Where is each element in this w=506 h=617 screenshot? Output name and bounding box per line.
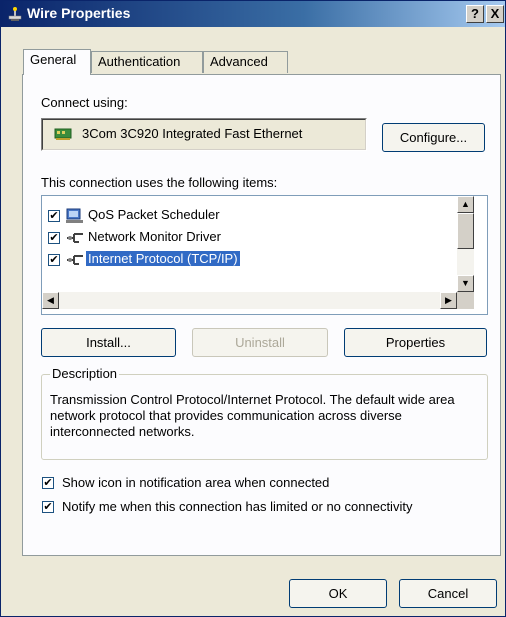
list-item-selected[interactable]: ✔ Internet Protocol (TCP/IP) [48, 250, 468, 270]
network-adapter-icon [54, 128, 72, 140]
network-protocol-icon [67, 233, 83, 243]
configure-button[interactable]: Configure... [382, 123, 485, 152]
list-item[interactable]: ✔ QoS Packet Scheduler [48, 206, 468, 226]
notify-label: Notify me when this connection has limit… [62, 499, 413, 514]
configure-button-label: Configure... [399, 130, 468, 145]
properties-button[interactable]: Properties [344, 328, 487, 357]
items-label: This connection uses the following items… [41, 175, 278, 190]
item-checkbox[interactable]: ✔ [48, 254, 60, 266]
scroll-up-icon[interactable]: ▲ [457, 196, 474, 213]
connect-using-label: Connect using: [41, 95, 128, 110]
show-icon-checkbox[interactable]: ✔ [42, 477, 54, 489]
adapter-name: 3Com 3C920 Integrated Fast Ethernet [82, 126, 303, 141]
scheduler-icon [66, 208, 83, 223]
item-label: QoS Packet Scheduler [88, 207, 220, 222]
ok-button[interactable]: OK [289, 579, 387, 608]
tab-general[interactable]: General [23, 49, 91, 75]
cancel-button[interactable]: Cancel [399, 579, 497, 608]
install-button-label: Install... [86, 335, 131, 350]
network-connection-icon [8, 7, 22, 21]
properties-dialog: Wire Properties ? X General Authenticati… [0, 0, 506, 617]
notify-checkbox[interactable]: ✔ [42, 501, 54, 513]
list-item[interactable]: ✔ Network Monitor Driver [48, 228, 468, 248]
cancel-button-label: Cancel [427, 586, 469, 601]
tab-authentication[interactable]: Authentication [91, 51, 203, 73]
item-checkbox[interactable]: ✔ [48, 232, 60, 244]
scroll-thumb[interactable] [457, 213, 474, 249]
scroll-right-icon[interactable]: ▶ [440, 292, 457, 309]
description-title: Description [50, 366, 120, 381]
window-title: Wire Properties [27, 5, 131, 21]
install-button[interactable]: Install... [41, 328, 176, 357]
scroll-corner [457, 292, 474, 309]
title-bar[interactable]: Wire Properties ? X [1, 1, 505, 27]
close-button[interactable]: X [486, 5, 504, 23]
help-button[interactable]: ? [466, 5, 484, 23]
item-label: Network Monitor Driver [88, 229, 221, 244]
uninstall-button[interactable]: Uninstall [192, 328, 328, 357]
description-group: Description Transmission Control Protoco… [41, 366, 488, 460]
components-list[interactable]: ✔ QoS Packet Scheduler ✔ Network Monitor… [41, 195, 488, 315]
scroll-left-icon[interactable]: ◀ [42, 292, 59, 309]
adapter-field: 3Com 3C920 Integrated Fast Ethernet [41, 118, 367, 151]
network-protocol-icon [67, 255, 83, 265]
scroll-down-icon[interactable]: ▼ [457, 275, 474, 292]
tab-advanced[interactable]: Advanced [203, 51, 288, 73]
properties-button-label: Properties [385, 335, 446, 350]
item-checkbox[interactable]: ✔ [48, 210, 60, 222]
uninstall-button-label: Uninstall [235, 335, 285, 350]
vertical-scrollbar[interactable]: ▲ ▼ [457, 196, 474, 292]
description-text: Transmission Control Protocol/Internet P… [50, 392, 455, 439]
item-label: Internet Protocol (TCP/IP) [85, 250, 241, 267]
show-icon-label: Show icon in notification area when conn… [62, 475, 330, 490]
horizontal-scrollbar[interactable]: ◀ ▶ [42, 292, 457, 309]
ok-button-label: OK [328, 586, 348, 601]
